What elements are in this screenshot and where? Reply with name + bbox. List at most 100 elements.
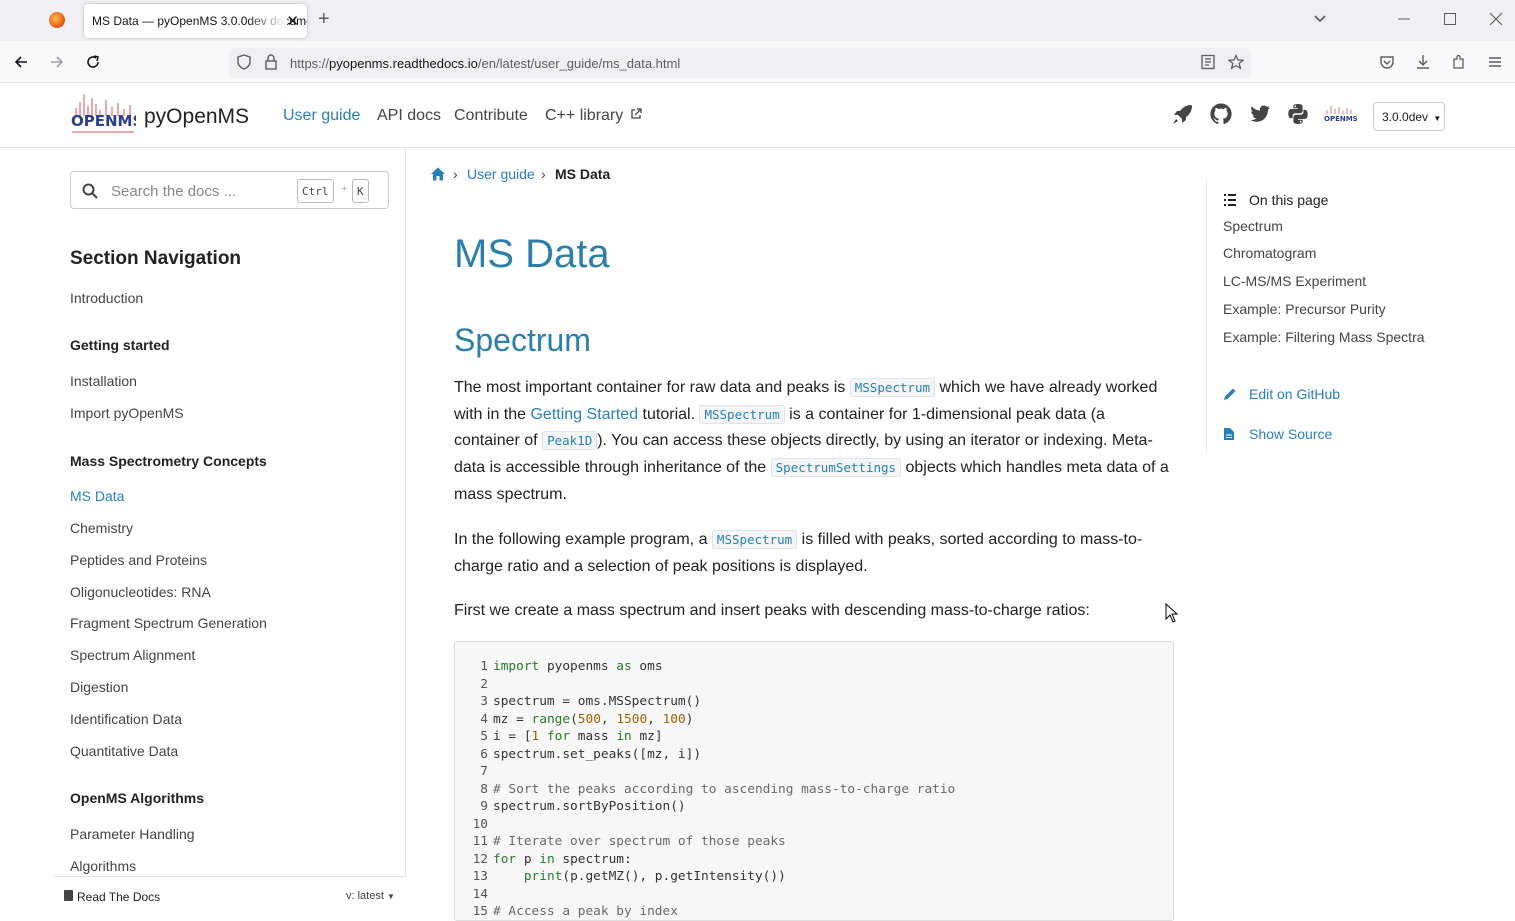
code-link-msspectrum[interactable]: MSSpectrum [711, 530, 798, 549]
url-prefix: https:// [290, 56, 330, 71]
sidebar-item-oligonucleotides[interactable]: Oligonucleotides: RNA [70, 584, 211, 600]
code-link-msspectrum[interactable]: MSSpectrum [849, 378, 936, 397]
nav-cpp-library[interactable]: C++ library [545, 107, 642, 125]
paragraph-line: charge ratio and a selection of peak pos… [454, 558, 868, 575]
sidebar-item-ms-data[interactable]: MS Data [70, 488, 124, 504]
sidebar-item-algorithms[interactable]: Algorithms [70, 858, 136, 874]
sidebar-item-installation[interactable]: Installation [70, 373, 137, 389]
menu-icon[interactable] [1487, 54, 1503, 74]
openms-logo[interactable]: OPENMS [70, 88, 143, 136]
github-icon[interactable] [1209, 102, 1233, 126]
browser-tab[interactable]: MS Data — pyOpenMS 3.0.0dev documentatio… [84, 4, 307, 38]
search-placeholder: Search the docs ... [111, 183, 237, 200]
search-box[interactable]: Search the docs ... Ctrl + K [70, 171, 389, 209]
close-tab-icon[interactable]: ✕ [286, 12, 299, 30]
nav-user-guide[interactable]: User guide [283, 107, 360, 125]
url-text[interactable]: https://pyopenms.readthedocs.io/en/lates… [290, 56, 680, 71]
sidebar-item-identification-data[interactable]: Identification Data [70, 711, 182, 727]
sidebar-item-fragment-spectrum[interactable]: Fragment Spectrum Generation [70, 615, 267, 631]
python-icon[interactable] [1286, 102, 1310, 126]
close-window-icon[interactable] [1489, 12, 1503, 30]
page-title: MS Data [454, 232, 610, 276]
url-host: pyopenms.readthedocs.io [329, 56, 478, 71]
line-number: 11 [472, 834, 488, 849]
toc-item-precursor-purity[interactable]: Example: Precursor Purity [1223, 301, 1386, 317]
edit-on-github-link[interactable]: Edit on GitHub [1249, 386, 1340, 402]
paragraph-line: with in the Getting Started tutorial. MS… [454, 401, 1105, 428]
rocket-icon[interactable] [1171, 102, 1195, 126]
line-number: 15 [472, 904, 488, 919]
line-number: 7 [480, 764, 488, 779]
twitter-icon[interactable] [1248, 102, 1272, 126]
toc-item-chromatogram[interactable]: Chromatogram [1223, 245, 1316, 261]
code-link-spectrumsettings[interactable]: SpectrumSettings [770, 458, 902, 477]
text: with in the [454, 406, 531, 423]
breadcrumb-current: MS Data [555, 166, 611, 182]
code-line: 11 # Iterate over spectrum of those peaks [455, 834, 786, 849]
code-link-msspectrum[interactable]: MSSpectrum [699, 405, 785, 424]
code-line: 8 # Sort the peaks according to ascending… [455, 782, 955, 797]
bookmark-star-icon[interactable] [1227, 53, 1245, 74]
toc-item-spectrum[interactable]: Spectrum [1223, 218, 1283, 234]
paragraph-line: container of Peak1D). You can access the… [454, 427, 1153, 454]
sidebar-item-digestion[interactable]: Digestion [70, 679, 128, 695]
sidebar-item-peptides-proteins[interactable]: Peptides and Proteins [70, 552, 207, 568]
toc-title: On this page [1249, 192, 1329, 208]
sidebar-item-quantitative-data[interactable]: Quantitative Data [70, 743, 178, 759]
toc-item-lc-ms-experiment[interactable]: LC-MS/MS Experiment [1223, 273, 1366, 289]
reload-icon[interactable] [85, 54, 101, 74]
browser-tab-bar: MS Data — pyOpenMS 3.0.0dev documentatio… [0, 0, 1515, 41]
home-icon[interactable] [430, 166, 446, 187]
mouse-cursor-icon [1165, 602, 1179, 628]
openms-small-logo-icon[interactable]: OPENMS [1323, 102, 1359, 126]
sidebar-item-chemistry[interactable]: Chemistry [70, 520, 133, 536]
sidebar-item-spectrum-alignment[interactable]: Spectrum Alignment [70, 647, 195, 663]
code-block[interactable]: 1 import pyopenms as oms 2 3 spectrum = oms.… [454, 641, 1174, 921]
nav-api-docs[interactable]: API docs [377, 107, 441, 125]
text: is a container for 1-dimensional peak da… [784, 406, 1105, 423]
link-getting-started[interactable]: Getting Started [530, 406, 638, 423]
sidebar-item-import-pyopenms[interactable]: Import pyOpenMS [70, 405, 184, 421]
chevron-right-icon: › [541, 166, 546, 182]
forward-icon[interactable] [49, 54, 65, 74]
line-number: 5 [480, 729, 488, 744]
code-line: 9 spectrum.sortByPosition() [455, 799, 685, 814]
sidebar-item-introduction[interactable]: Introduction [70, 290, 143, 306]
sidebar-caption-algorithms: OpenMS Algorithms [70, 790, 205, 806]
text: which we have already worked [935, 379, 1158, 396]
breadcrumb-user-guide[interactable]: User guide [467, 166, 535, 182]
toc-item-filtering-spectra[interactable]: Example: Filtering Mass Spectra [1223, 329, 1425, 345]
lock-icon[interactable] [264, 54, 278, 74]
section-navigation-title: Section Navigation [70, 248, 242, 269]
new-tab-icon[interactable]: + [318, 9, 330, 29]
nav-contribute[interactable]: Contribute [454, 107, 528, 125]
book-icon [64, 890, 73, 901]
extensions-icon[interactable] [1451, 54, 1467, 74]
firefox-icon[interactable] [49, 12, 65, 28]
code-line: 7 [455, 764, 493, 779]
code-link-peak1d[interactable]: Peak1D [542, 431, 598, 450]
code-line: 12 for p in spectrum: [455, 852, 632, 867]
shield-icon[interactable] [236, 54, 252, 74]
text: In the following example program, a [454, 531, 712, 548]
line-number: 6 [480, 746, 488, 762]
show-source-link[interactable]: Show Source [1249, 426, 1332, 442]
read-the-docs-bar[interactable]: Read The Docs v: latest ▼ [54, 876, 406, 913]
site-brand[interactable]: pyOpenMS [144, 105, 249, 129]
reader-view-icon[interactable] [1200, 54, 1216, 74]
list-tabs-icon[interactable] [1313, 12, 1327, 30]
line-number: 8 [480, 781, 488, 797]
maximize-icon[interactable] [1443, 12, 1457, 30]
pencil-icon [1223, 387, 1237, 406]
kbd-k: K [352, 179, 369, 203]
rtd-label: Read The Docs [77, 890, 161, 904]
sidebar-item-parameter-handling[interactable]: Parameter Handling [70, 826, 195, 842]
logo-text: OPENMS [71, 112, 136, 130]
back-icon[interactable] [13, 54, 29, 74]
pocket-icon[interactable] [1379, 54, 1395, 74]
downloads-icon[interactable] [1415, 54, 1431, 74]
section-heading-spectrum: Spectrum [454, 322, 591, 358]
version-dropdown[interactable]: 3.0.0dev ▼ [1373, 102, 1445, 131]
text: ). You can access these objects directly… [597, 432, 1153, 449]
minimize-icon[interactable] [1397, 12, 1411, 30]
